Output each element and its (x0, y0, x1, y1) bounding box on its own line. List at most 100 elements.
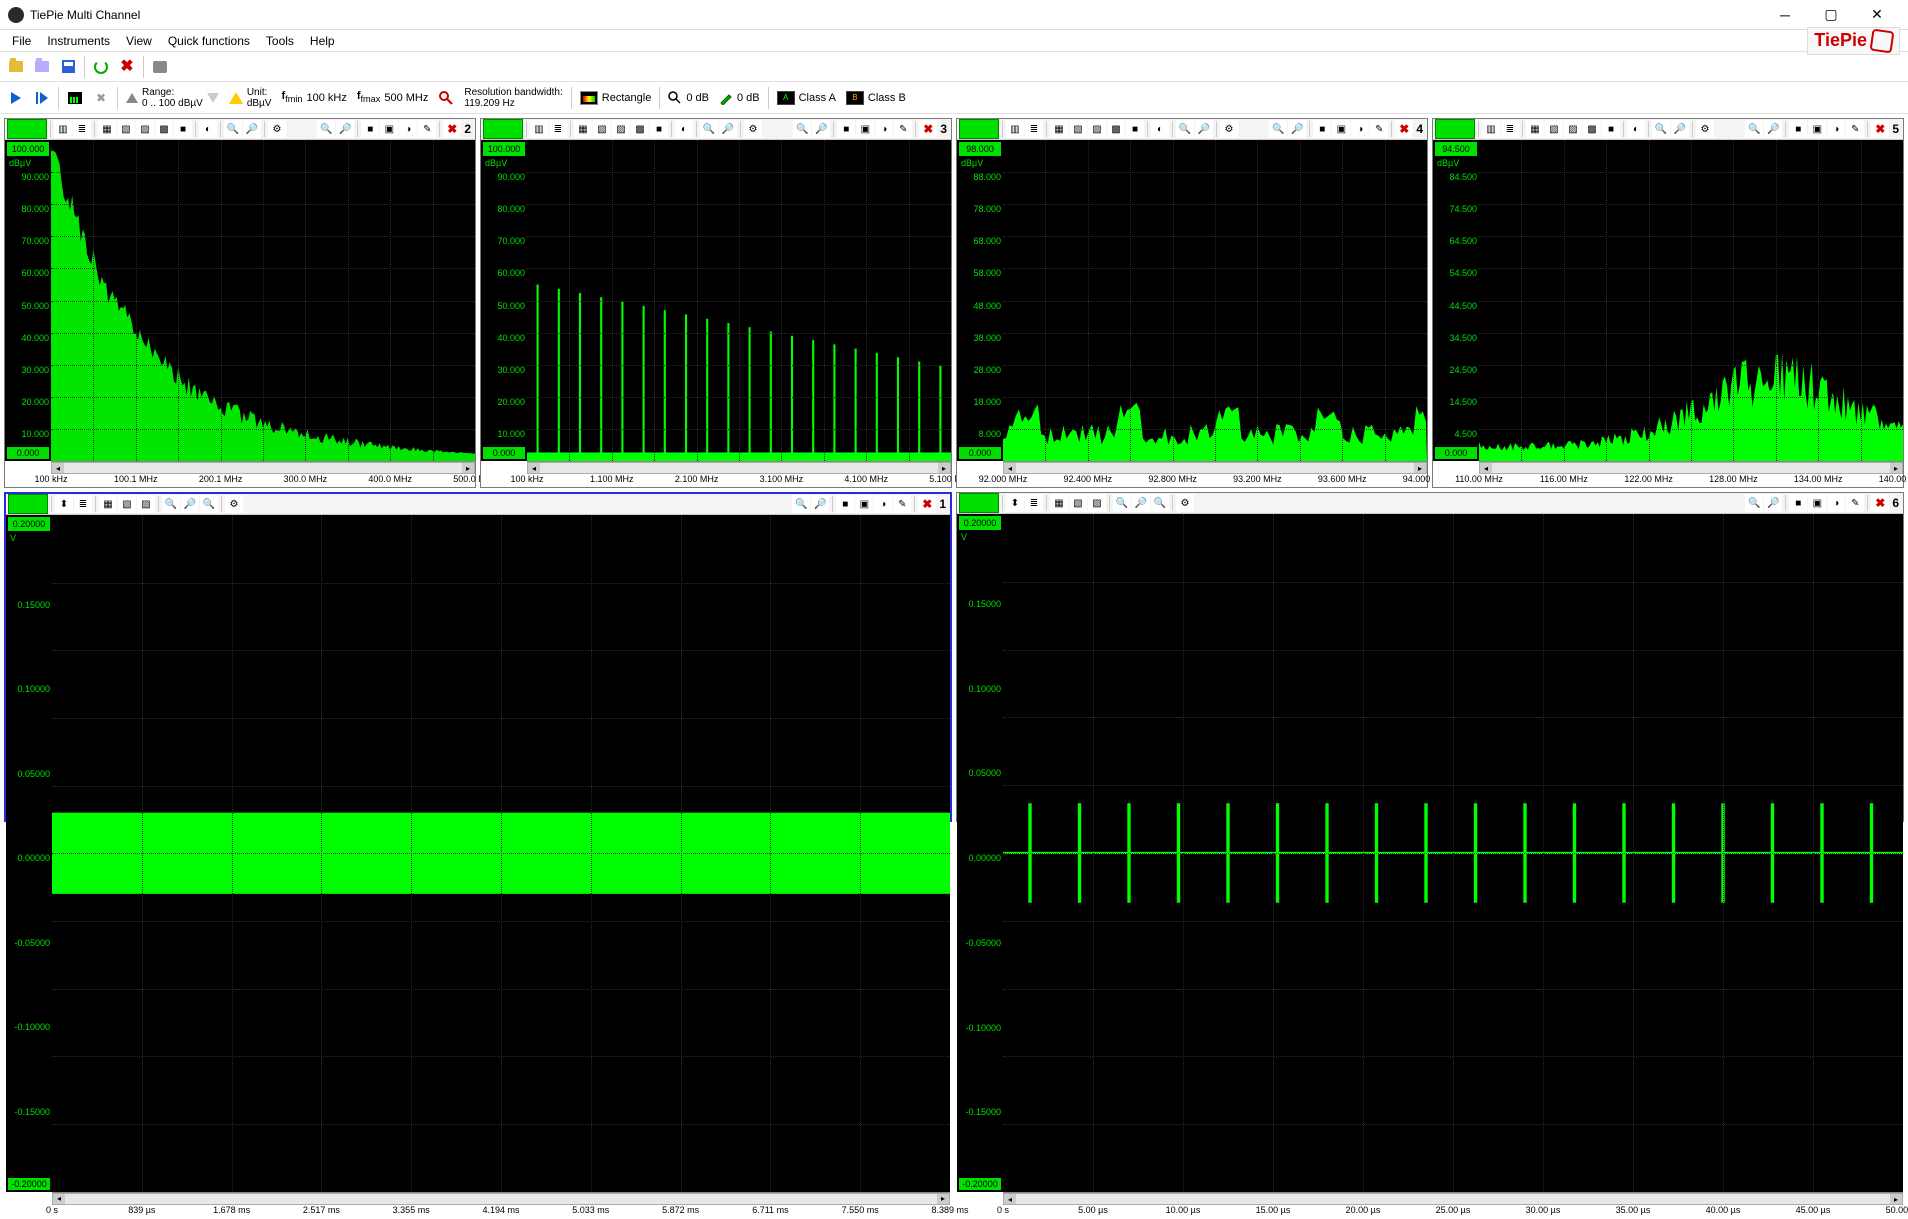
panel-tb-btn[interactable]: ≣ (74, 495, 92, 513)
x-scrollbar[interactable]: ◂ ▸ (51, 462, 475, 474)
open-measurement-button[interactable] (30, 55, 54, 79)
scroll-left[interactable]: ◂ (1004, 463, 1016, 473)
panel-tb-btn[interactable]: 🔍 (1745, 120, 1763, 138)
panel-tb-btn[interactable]: ▣ (855, 495, 873, 513)
panel-tb-btn[interactable]: 🔎 (811, 495, 829, 513)
panel-tb-btn[interactable]: ⚙ (1176, 494, 1194, 512)
panel-tb-btn[interactable]: ▥ (530, 120, 548, 138)
menu-quick-functions[interactable]: Quick functions (160, 32, 258, 50)
window-control[interactable]: Rectangle (576, 84, 656, 112)
panel-tb-btn[interactable]: ✎ (1846, 494, 1864, 512)
panel-tb-btn[interactable]: 🔎 (1764, 494, 1782, 512)
panel-tb-btn[interactable]: 🔎 (812, 120, 830, 138)
plot-canvas[interactable] (1479, 140, 1903, 461)
panel-tb-btn[interactable]: ▩ (155, 120, 173, 138)
unit-control[interactable]: Unit: dBµV (225, 84, 276, 112)
panel-tb-btn[interactable]: ▨ (1088, 120, 1106, 138)
panel-tb-btn[interactable]: ◐ (1151, 120, 1169, 138)
panel-tb-btn[interactable]: ▣ (380, 120, 398, 138)
panel-tb-btn[interactable]: ◐ (675, 120, 693, 138)
x-axis[interactable]: ◂ ▸ 110.00 MHz116.00 MHz122.00 MHz128.00… (1479, 461, 1903, 487)
plot-canvas[interactable] (1003, 140, 1427, 461)
y-axis[interactable]: 100.000 dBµV 90.00080.00070.00060.00050.… (481, 140, 527, 461)
panel-tb-btn[interactable]: 🔍 (162, 495, 180, 513)
scroll-right[interactable]: ▸ (462, 463, 474, 473)
panel-close-button[interactable]: ✖ (918, 495, 936, 513)
panel-tb-btn[interactable]: ■ (1602, 120, 1620, 138)
x-axis[interactable]: ◂ ▸ 0 s5.00 µs10.00 µs15.00 µs20.00 µs25… (1003, 1192, 1903, 1218)
panel-tb-btn[interactable]: ▦ (1050, 494, 1068, 512)
menu-view[interactable]: View (118, 32, 160, 50)
brand-logo[interactable]: TiePie (1807, 27, 1900, 55)
panel-tb-btn[interactable]: ■ (836, 495, 854, 513)
scroll-right[interactable]: ▸ (938, 463, 950, 473)
scroll-right[interactable]: ▸ (1890, 1194, 1902, 1204)
panel-tb-btn[interactable]: 🔍 (1269, 120, 1287, 138)
channel-tab[interactable] (483, 119, 523, 139)
panel-tb-btn[interactable]: ≣ (549, 120, 567, 138)
panel-tb-btn[interactable]: ≣ (73, 120, 91, 138)
panel-tb-btn[interactable]: ▧ (1069, 494, 1087, 512)
panel-tb-btn[interactable]: ⚙ (1220, 120, 1238, 138)
panel-tb-btn[interactable]: 🔍 (200, 495, 218, 513)
class-b-control[interactable]: B Class B (842, 84, 910, 112)
channel-tab[interactable] (959, 493, 999, 513)
spectrum-button[interactable] (63, 86, 87, 110)
scroll-right[interactable]: ▸ (1890, 463, 1902, 473)
channel-tab[interactable] (959, 119, 999, 139)
panel-tb-btn[interactable]: 🔍 (1176, 120, 1194, 138)
panel-tb-btn[interactable]: ▥ (54, 120, 72, 138)
panel-tb-btn[interactable]: ▣ (856, 120, 874, 138)
panel-tb-btn[interactable]: 🔎 (1195, 120, 1213, 138)
panel-tb-btn[interactable]: ◐ (199, 120, 217, 138)
panel-tb-btn[interactable]: 🔍 (792, 495, 810, 513)
panel-tb-btn[interactable]: 🔍 (224, 120, 242, 138)
panel-tb-btn[interactable]: ▦ (99, 495, 117, 513)
panel-tb-btn[interactable]: ▦ (98, 120, 116, 138)
panel-tb-btn[interactable]: ■ (650, 120, 668, 138)
x-scrollbar[interactable]: ◂ ▸ (1003, 462, 1427, 474)
single-shot-button[interactable] (30, 86, 54, 110)
panel-tb-btn[interactable]: ▧ (593, 120, 611, 138)
panel-tb-btn[interactable]: 🔎 (719, 120, 737, 138)
panel-tb-btn[interactable]: ▣ (1332, 120, 1350, 138)
channel-tab[interactable] (1435, 119, 1475, 139)
panel-tb-btn[interactable]: ⬍ (55, 495, 73, 513)
y-axis[interactable]: 98.000 dBµV 88.00078.00068.00058.00048.0… (957, 140, 1003, 461)
x-scrollbar[interactable]: ◂ ▸ (1479, 462, 1903, 474)
panel-tb-btn[interactable]: 🔍 (1151, 494, 1169, 512)
save-button[interactable] (56, 55, 80, 79)
panel-tb-btn[interactable]: 🔎 (1671, 120, 1689, 138)
panel-tb-btn[interactable]: ⚙ (1696, 120, 1714, 138)
panel-tb-btn[interactable]: ✎ (418, 120, 436, 138)
x-scrollbar[interactable]: ◂ ▸ (1003, 1193, 1903, 1205)
panel-tb-btn[interactable]: ✎ (894, 120, 912, 138)
graph-panel-1[interactable]: ⬍≣▦▧▨🔍🔎🔍⚙ 🔍🔎■▣◑✎ ✖ 1 0.20000 V 0.150000.… (4, 492, 952, 822)
panel-close-button[interactable]: ✖ (1395, 120, 1413, 138)
open-button[interactable] (4, 55, 28, 79)
scroll-left[interactable]: ◂ (1480, 463, 1492, 473)
panel-tb-btn[interactable]: ✎ (1370, 120, 1388, 138)
panel-close-button[interactable]: ✖ (1871, 494, 1889, 512)
panel-tb-btn[interactable]: ⚙ (225, 495, 243, 513)
minimize-button[interactable]: ─ (1762, 0, 1808, 30)
maximize-button[interactable]: ▢ (1808, 0, 1854, 30)
panel-tb-btn[interactable]: ▧ (1069, 120, 1087, 138)
x-axis[interactable]: ◂ ▸ 92.000 MHz92.400 MHz92.800 MHz93.200… (1003, 461, 1427, 487)
delete-button[interactable]: ✖ (115, 55, 139, 79)
panel-tb-btn[interactable]: ■ (174, 120, 192, 138)
print-button[interactable] (148, 55, 172, 79)
panel-tb-btn[interactable]: ▨ (136, 120, 154, 138)
scroll-left[interactable]: ◂ (52, 463, 64, 473)
panel-tb-btn[interactable]: 🔍 (700, 120, 718, 138)
panel-tb-btn[interactable]: ▨ (1088, 494, 1106, 512)
panel-tb-btn[interactable]: ◑ (875, 120, 893, 138)
plot-canvas[interactable] (51, 140, 475, 461)
graph-panel-6[interactable]: ⬍≣▦▧▨🔍🔎🔍⚙ 🔍🔎■▣◑✎ ✖ 6 0.20000 V 0.150000.… (956, 492, 1904, 822)
refresh-button[interactable] (89, 55, 113, 79)
menu-help[interactable]: Help (302, 32, 343, 50)
panel-tb-btn[interactable]: ■ (837, 120, 855, 138)
panel-tb-btn[interactable]: 🔍 (793, 120, 811, 138)
panel-close-button[interactable]: ✖ (919, 120, 937, 138)
panel-tb-btn[interactable]: 🔍 (1113, 494, 1131, 512)
